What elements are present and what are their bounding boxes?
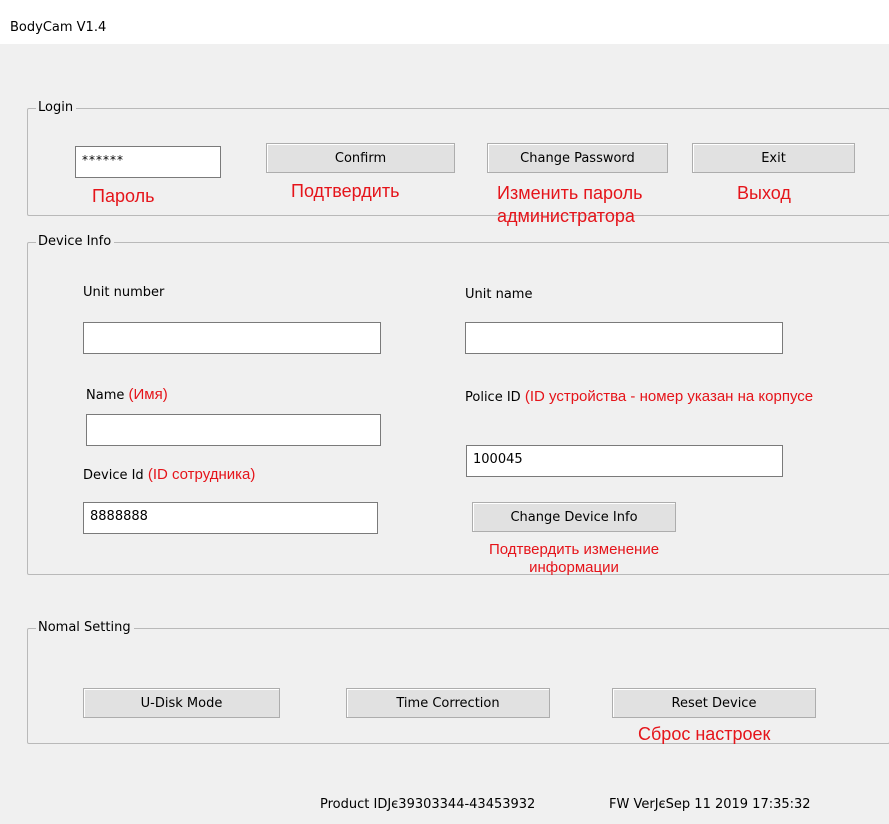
police-id-input[interactable]: 100045 <box>466 445 783 477</box>
exit-button[interactable]: Exit <box>692 143 855 173</box>
device-id-label-text: Device Id <box>83 468 144 483</box>
reset-device-button[interactable]: Reset Device <box>612 688 816 718</box>
login-legend: Login <box>36 100 77 116</box>
police-id-label: Police ID (ID устройства - номер указан … <box>465 388 813 405</box>
name-input[interactable] <box>86 414 381 446</box>
change-password-button[interactable]: Change Password <box>487 143 668 173</box>
password-annotation: Пароль <box>92 186 155 206</box>
device-id-input[interactable]: 8888888 <box>83 502 378 534</box>
fw-version-text: FW VerЈєSep 11 2019 17:35:32 <box>609 797 811 812</box>
police-id-annotation: (ID устройства - номер указан на корпусе <box>524 388 814 405</box>
product-id-text: Product IDЈє39303344-43453932 <box>320 797 536 812</box>
confirm-annotation: Подтвердить <box>291 181 400 201</box>
name-label-text: Name <box>86 388 125 403</box>
window-title: BodyCam V1.4 <box>10 20 107 35</box>
password-field[interactable]: ****** <box>75 146 221 178</box>
change-device-info-button[interactable]: Change Device Info <box>472 502 676 532</box>
udisk-mode-button[interactable]: U-Disk Mode <box>83 688 280 718</box>
change-device-info-annotation-line1: Подтвердить изменение <box>488 541 660 558</box>
unit-name-label: Unit name <box>465 287 533 302</box>
device-id-label: Device Id (ID сотрудника) <box>83 466 255 483</box>
name-label: Name (Имя) <box>86 386 168 403</box>
unit-number-label: Unit number <box>83 285 165 300</box>
exit-annotation: Выход <box>737 183 791 203</box>
change-password-annotation-line2: администратора <box>497 206 635 226</box>
unit-name-input[interactable] <box>465 322 783 354</box>
police-id-label-text: Police ID <box>465 390 521 405</box>
confirm-button[interactable]: Confirm <box>266 143 455 173</box>
change-device-info-annotation-line2: информации <box>529 559 619 576</box>
device-id-annotation: (ID сотрудника) <box>147 466 256 483</box>
unit-number-input[interactable] <box>83 322 381 354</box>
name-annotation: (Имя) <box>128 386 168 403</box>
normal-setting-legend: Nomal Setting <box>36 620 134 636</box>
device-info-legend: Device Info <box>36 234 115 250</box>
title-bar: BodyCam V1.4 <box>0 0 889 44</box>
reset-device-annotation: Сброс настроек <box>638 724 771 744</box>
change-password-annotation-line1: Изменить пароль <box>497 183 643 203</box>
time-correction-button[interactable]: Time Correction <box>346 688 550 718</box>
